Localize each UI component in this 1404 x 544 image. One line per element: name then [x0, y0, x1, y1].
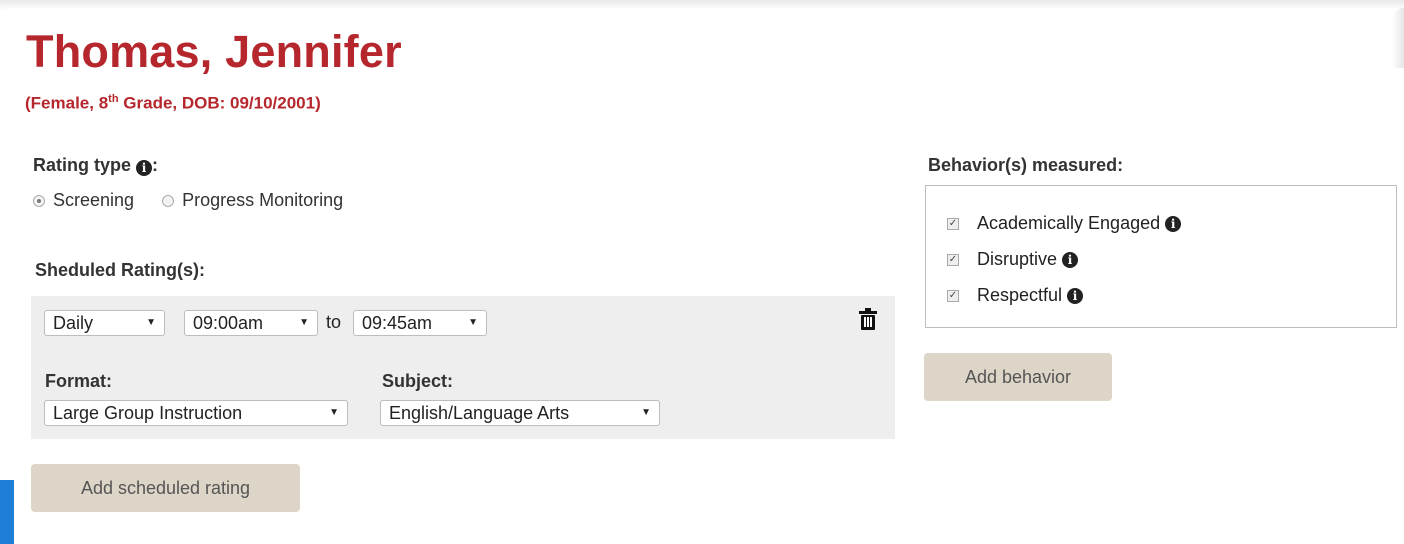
window-edge-accent	[0, 480, 14, 544]
checkbox[interactable]: ✓	[947, 289, 959, 302]
checkbox[interactable]: ✓	[947, 253, 959, 266]
info-icon[interactable]: i	[136, 160, 153, 176]
behavior-disruptive[interactable]: ✓ Disruptive i	[947, 249, 1079, 270]
rating-type-options: Screening Progress Monitoring	[33, 190, 371, 211]
behavior-label: Respectful	[977, 285, 1063, 305]
time-range-separator: to	[326, 312, 342, 332]
scheduled-ratings-label: Sheduled Rating(s):	[35, 260, 205, 280]
chevron-down-icon: ▼	[299, 317, 309, 328]
info-icon[interactable]: i	[1062, 251, 1079, 268]
chevron-down-icon: ▼	[641, 407, 651, 418]
format-select[interactable]: Large Group Instruction ▼	[44, 400, 348, 426]
checkbox[interactable]: ✓	[947, 217, 959, 230]
format-label: Format:	[45, 371, 112, 391]
info-icon[interactable]: i	[1165, 215, 1182, 232]
chevron-down-icon: ▼	[329, 407, 339, 418]
trash-icon[interactable]	[859, 308, 877, 330]
behavior-label: Academically Engaged	[977, 213, 1161, 233]
start-time-select[interactable]: 09:00am ▼	[184, 310, 318, 336]
behaviors-label: Behavior(s) measured:	[928, 155, 1124, 175]
radio-progress-monitoring[interactable]: Progress Monitoring	[162, 190, 343, 211]
info-icon[interactable]: i	[1067, 287, 1084, 304]
behaviors-list: ✓ Academically Engaged i ✓ Disruptive i …	[925, 185, 1397, 328]
student-details: (Female, 8th Grade, DOB: 09/10/2001)	[25, 93, 321, 113]
radio-button[interactable]	[33, 194, 45, 207]
behavior-label: Disruptive	[977, 249, 1058, 269]
add-behavior-button[interactable]: Add behavior	[924, 353, 1112, 401]
end-time-select[interactable]: 09:45am ▼	[353, 310, 487, 336]
frequency-select[interactable]: Daily ▼	[44, 310, 165, 336]
radio-label: Screening	[53, 190, 135, 210]
behavior-academically-engaged[interactable]: ✓ Academically Engaged i	[947, 213, 1182, 234]
add-scheduled-rating-button[interactable]: Add scheduled rating	[31, 464, 300, 512]
radio-screening[interactable]: Screening	[33, 190, 134, 211]
window-edge-curl	[1392, 8, 1404, 68]
subject-label: Subject:	[382, 371, 454, 391]
subject-select[interactable]: English/Language Arts ▼	[380, 400, 660, 426]
radio-label: Progress Monitoring	[182, 190, 344, 210]
rating-type-label: Rating type i:	[33, 155, 159, 176]
chevron-down-icon: ▼	[468, 317, 478, 328]
radio-button[interactable]	[162, 194, 175, 207]
chevron-down-icon: ▼	[146, 317, 156, 328]
student-name: Thomas, Jennifer	[26, 26, 402, 77]
behavior-respectful[interactable]: ✓ Respectful i	[947, 285, 1084, 306]
